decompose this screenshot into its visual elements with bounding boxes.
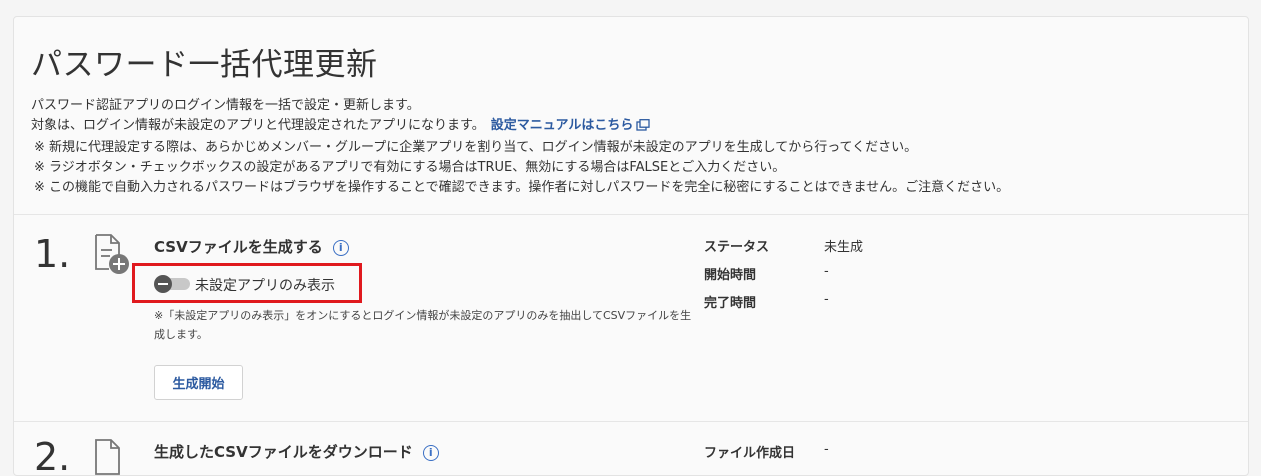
file-created-date-value: - [824,442,829,457]
note-3: ※ この機能で自動入力されるパスワードはブラウザを操作することで確認できます。操… [34,180,1010,195]
step-2-title: 生成したCSVファイルをダウンロード i [154,441,439,462]
file-add-icon [95,234,129,274]
page-title: パスワード一括代理更新 [31,47,378,83]
step-1-hint: ※「未設定アプリのみ表示」をオンにするとログイン情報が未設定のアプリのみを抽出し… [154,309,692,341]
info-icon[interactable]: i [422,445,439,461]
step-1-number: 1. [34,232,71,276]
note-1: ※ 新規に代理設定する際は、あらかじめメンバー・グループに企業アプリを割り当て、… [34,140,918,155]
toggle-off-icon[interactable] [154,275,172,293]
description: パスワード認証アプリのログイン情報を一括で設定・更新します。 対象は、ログイン情… [31,96,650,136]
start-time-label: 開始時間 [704,268,757,283]
bulk-password-update-panel: パスワード一括代理更新 パスワード認証アプリのログイン情報を一括で設定・更新しま… [13,16,1249,476]
file-created-date-label: ファイル作成日 [704,446,796,461]
start-generate-button[interactable]: 生成開始 [154,365,243,400]
unset-apps-only-toggle[interactable] [154,275,192,293]
divider [14,421,1248,422]
step-1-title-text: CSVファイルを生成する [154,238,323,256]
divider [14,214,1248,215]
status-value: 未生成 [824,240,864,255]
status-label: ステータス [704,240,770,255]
step-2-number: 2. [34,435,71,476]
info-icon[interactable]: i [332,240,349,256]
description-line-2: 対象は、ログイン情報が未設定のアプリと代理設定されたアプリになります。 設定マニュ… [31,116,650,136]
end-time-value: - [824,292,829,307]
manual-link[interactable]: 設定マニュアルはこちら [491,118,651,133]
step-1-title: CSVファイルを生成する i [154,236,349,257]
toggle-label[interactable]: 未設定アプリのみ表示 [195,275,335,295]
step-2-title-text: 生成したCSVファイルをダウンロード [154,443,413,461]
manual-link-label[interactable]: 設定マニュアルはこちら [491,118,634,133]
start-time-value: - [824,264,829,279]
description-line-1: パスワード認証アプリのログイン情報を一括で設定・更新します。 [31,98,420,113]
end-time-label: 完了時間 [704,296,757,311]
external-link-icon[interactable] [636,119,650,131]
notes: ※ 新規に代理設定する際は、あらかじめメンバー・グループに企業アプリを割り当て、… [34,138,1009,198]
description-line-2-text: 対象は、ログイン情報が未設定のアプリと代理設定されたアプリになります。 [31,118,485,133]
note-2: ※ ラジオボタン・チェックボックスの設定があるアプリで有効にする場合はTRUE、… [34,160,786,175]
file-download-icon [95,439,120,475]
